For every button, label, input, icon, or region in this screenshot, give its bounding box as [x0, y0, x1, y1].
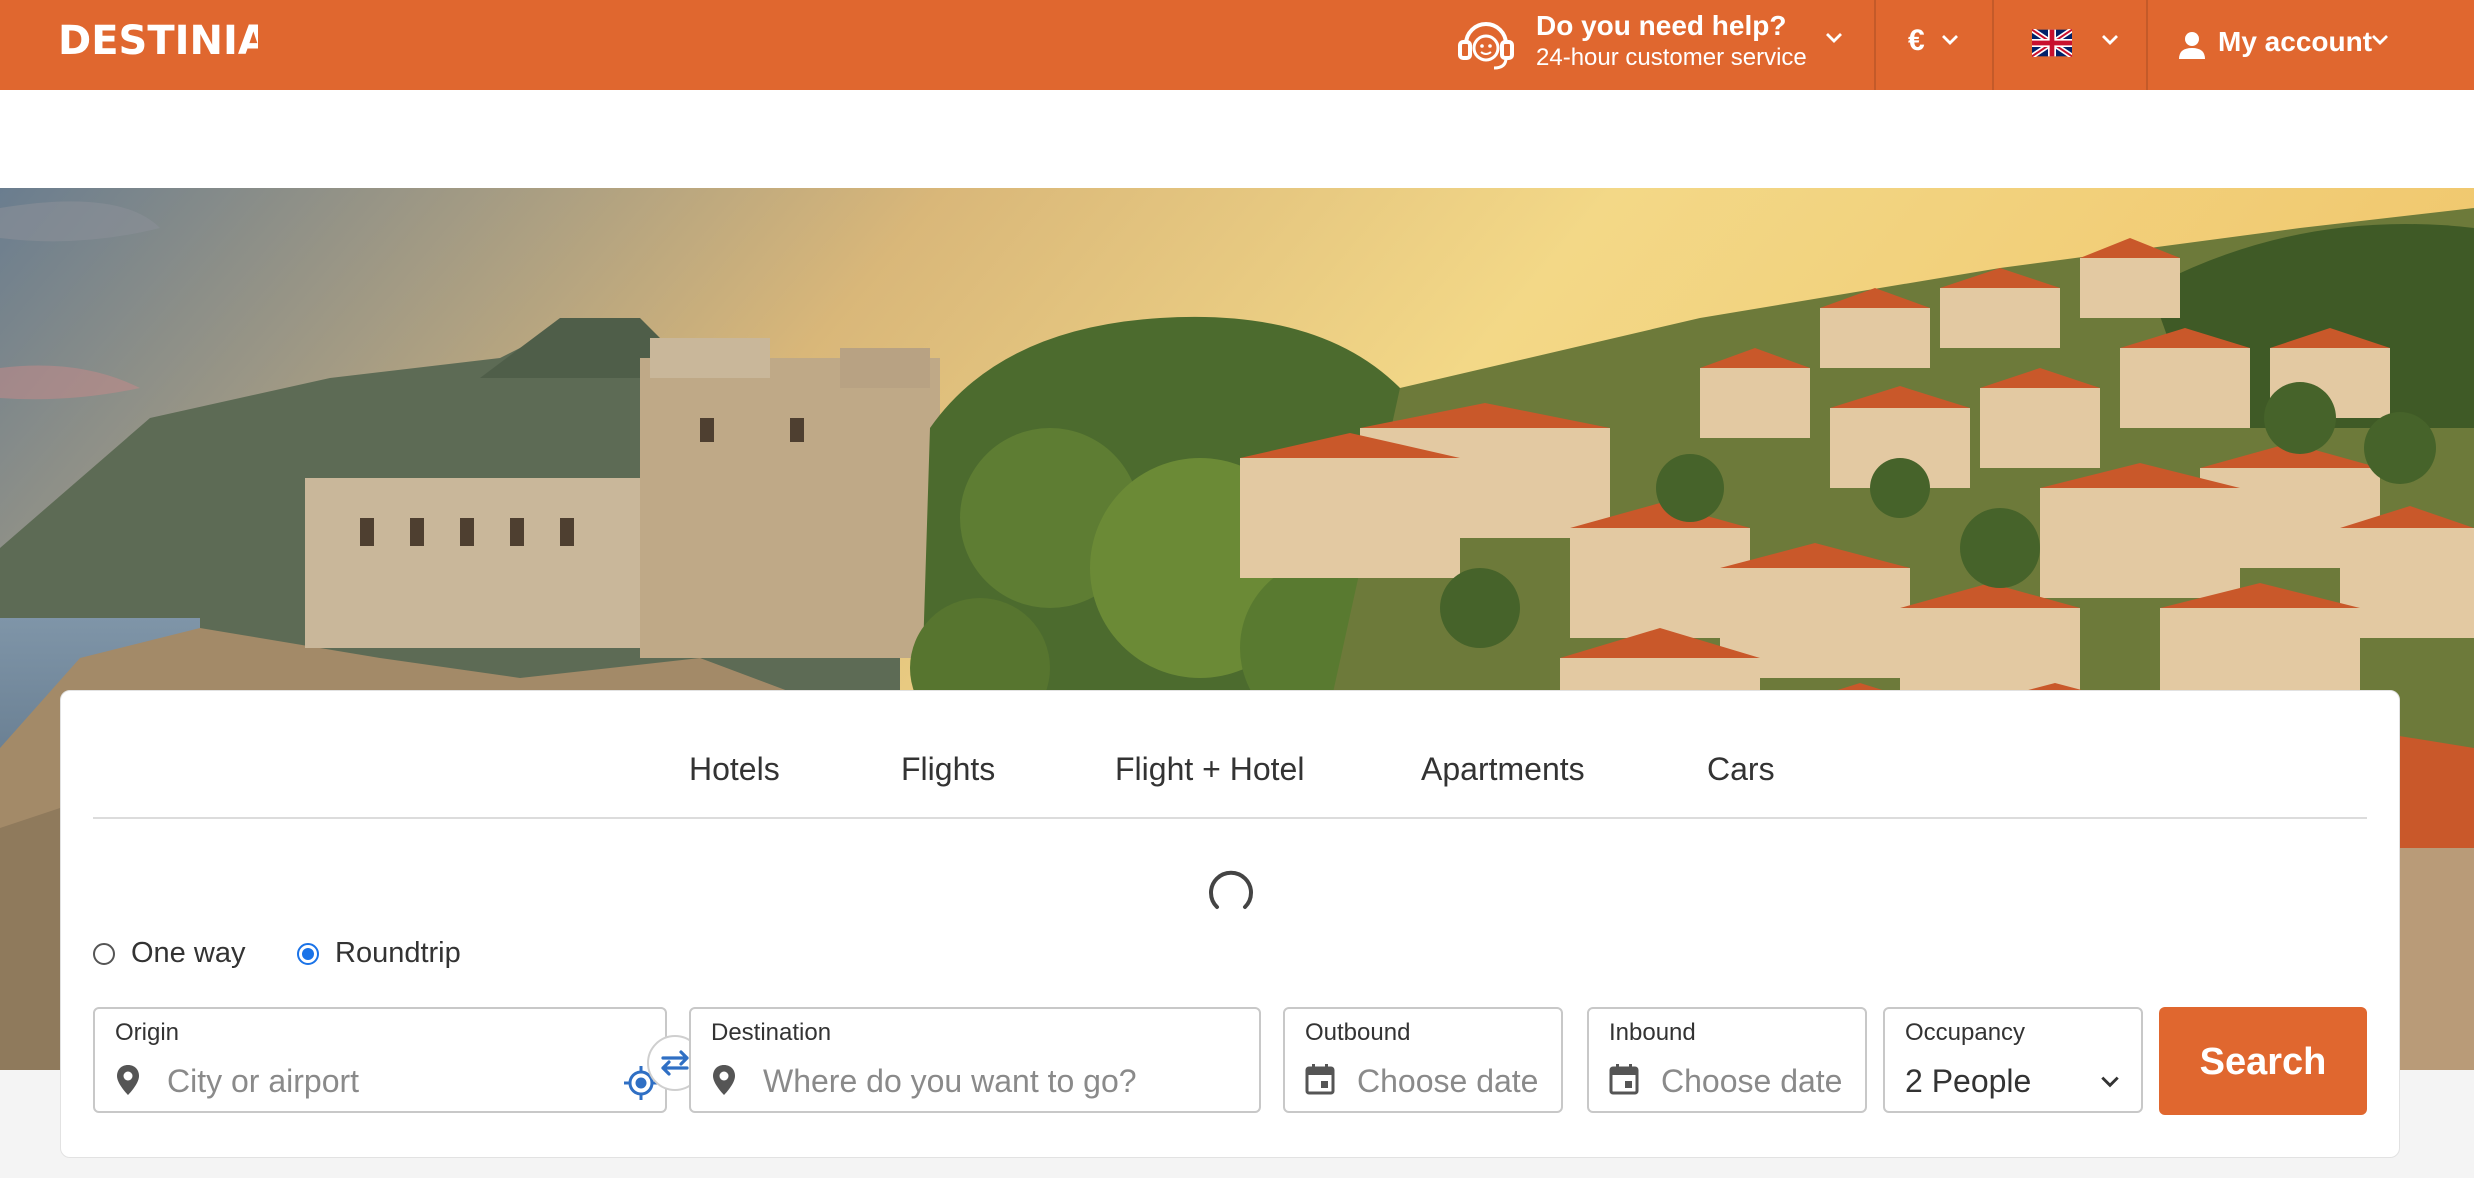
- tab-flights[interactable]: Flights: [901, 751, 995, 788]
- destination-field[interactable]: Destination: [689, 1007, 1261, 1113]
- banner-space: [0, 90, 2474, 188]
- origin-field[interactable]: Origin: [93, 1007, 667, 1113]
- destinia-logo[interactable]: DESTINIA: [58, 14, 269, 75]
- loading-spinner-icon: [1209, 870, 1253, 909]
- tab-apartments[interactable]: Apartments: [1421, 751, 1585, 788]
- radio-circle-selected[interactable]: [297, 943, 319, 965]
- inbound-date-field[interactable]: Inbound: [1587, 1007, 1867, 1113]
- chevron-down-icon: [2372, 35, 2388, 45]
- radio-circle[interactable]: [93, 943, 115, 965]
- tab-cars[interactable]: Cars: [1707, 751, 1775, 788]
- my-account-menu[interactable]: My account: [2150, 0, 2420, 90]
- product-tabs: Hotels Flights Flight + Hotel Apartments…: [61, 691, 2399, 819]
- search-card: Hotels Flights Flight + Hotel Apartments…: [60, 690, 2400, 1158]
- chevron-down-icon: [1942, 35, 1958, 45]
- logo-text: DESTINIA: [58, 18, 258, 64]
- my-account-label: My account: [2218, 26, 2373, 57]
- chevron-down-icon: [2102, 35, 2118, 45]
- help-menu[interactable]: Do you need help? 24-hour customer servi…: [1454, 0, 1874, 90]
- top-bar: DESTINIA Do you need help? 24-hour custo…: [0, 0, 2474, 90]
- chevron-down-icon: [2101, 1076, 2119, 1088]
- currency-selector[interactable]: €: [1880, 0, 1990, 90]
- location-pin-icon: [713, 1065, 735, 1095]
- chevron-down-icon: [1826, 33, 1842, 43]
- help-subtitle: 24-hour customer service: [1536, 44, 1807, 71]
- language-selector[interactable]: [1994, 0, 2146, 90]
- user-icon: [2179, 32, 2205, 59]
- outbound-date-input[interactable]: [1357, 1063, 1553, 1100]
- outbound-date-field[interactable]: Outbound: [1283, 1007, 1563, 1113]
- outbound-label: Outbound: [1305, 1019, 1411, 1046]
- inbound-date-input[interactable]: [1661, 1063, 1857, 1100]
- occupancy-select[interactable]: Occupancy 2 People: [1883, 1007, 2143, 1113]
- tab-flight-hotel[interactable]: Flight + Hotel: [1115, 751, 1304, 788]
- origin-input[interactable]: [167, 1063, 547, 1100]
- calendar-icon: [1305, 1064, 1335, 1095]
- occupancy-value: 2 People: [1905, 1063, 2032, 1099]
- help-title: Do you need help?: [1536, 10, 1787, 41]
- calendar-icon: [1609, 1064, 1639, 1095]
- headset-icon: [1458, 22, 1514, 70]
- destination-label: Destination: [711, 1019, 832, 1046]
- location-pin-icon: [117, 1065, 139, 1095]
- currency-symbol: €: [1908, 24, 1925, 57]
- search-button[interactable]: Search: [2159, 1007, 2367, 1115]
- header-divider: [1874, 0, 1876, 90]
- tab-hotels[interactable]: Hotels: [689, 751, 780, 788]
- radio-one-way-label: One way: [131, 937, 246, 969]
- inbound-label: Inbound: [1609, 1019, 1696, 1046]
- destination-input[interactable]: [763, 1063, 1233, 1100]
- uk-flag-icon: [2032, 29, 2072, 57]
- logo-wordmark: DESTINIA: [58, 18, 269, 64]
- radio-roundtrip-label: Roundtrip: [335, 937, 461, 969]
- header-divider: [2146, 0, 2148, 90]
- tabs-divider: [93, 817, 2367, 819]
- occupancy-label: Occupancy: [1905, 1019, 2026, 1046]
- origin-label: Origin: [115, 1019, 180, 1046]
